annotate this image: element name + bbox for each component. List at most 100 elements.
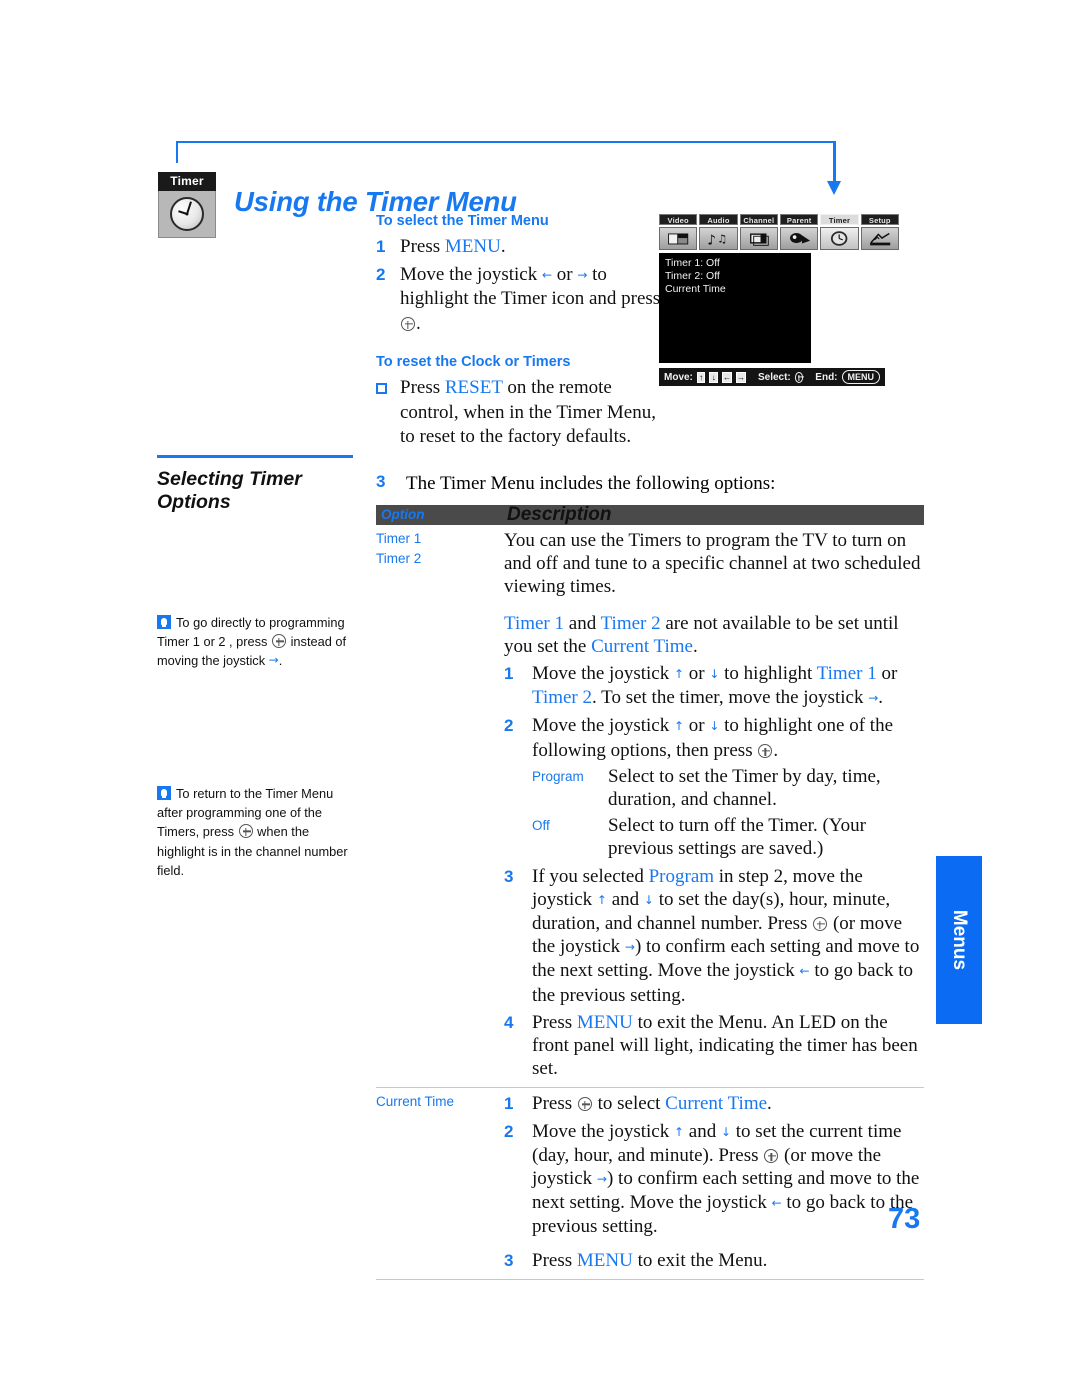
osd-tab-video[interactable]: Video <box>659 214 698 225</box>
step1-tail: . <box>500 236 506 257</box>
step1-lead: Press <box>400 236 445 257</box>
option-timer-2[interactable]: Timer 2 <box>376 549 504 569</box>
step-highlight-timer-icon: 2 Move the joystick ← or → to highlight … <box>376 263 666 337</box>
joystick-right-arrow-icon: → <box>624 940 635 955</box>
select-timer-menu-block: To select the Timer Menu 1 Press MENU. 2… <box>376 213 666 453</box>
substep-text: Move the joystick ↑ and ↓ to set the cur… <box>532 1120 924 1239</box>
option-timer-1[interactable]: Timer 1 <box>376 529 504 549</box>
menu-key-label: MENU <box>576 1249 633 1271</box>
joystick-down-arrow-icon: ↓ <box>709 667 720 682</box>
substep-text: Press MENU to exit the Menu. <box>532 1249 924 1272</box>
osd-tab-parent[interactable]: Parent <box>779 214 819 225</box>
joystick-down-arrow-icon: ↓ <box>643 892 654 907</box>
substep-1: 1 Move the joystick ↑ or ↓ to highlight … <box>504 662 924 710</box>
osd-footer-bar: Move: ↑ ↓ ← → Select: End: MENU <box>659 368 885 386</box>
timer-badge-body <box>158 191 216 238</box>
osd-line-timer2[interactable]: Timer 2: Off <box>665 270 811 283</box>
s1-a: Move the joystick <box>532 663 674 685</box>
timer-menu-badge: Timer <box>158 172 218 240</box>
joystick-right-arrow-icon: → <box>577 267 588 282</box>
step-number: 3 <box>376 472 386 491</box>
bracket-left-tick <box>176 141 178 163</box>
step-text: Press MENU. <box>400 235 506 260</box>
substep-number: 3 <box>504 1250 514 1270</box>
osd-tab-channel[interactable]: Channel <box>739 214 778 225</box>
lightbulb-tip-icon <box>157 615 171 629</box>
subheading-reset-clock-timers: To reset the Clock or Timers <box>376 354 571 370</box>
osd-tab-setup[interactable]: Setup <box>860 214 899 225</box>
substep-text: Move the joystick ↑ or ↓ to highlight on… <box>532 714 924 761</box>
select-plus-icon <box>758 743 773 758</box>
timer-options-table: Option Description Timer 1 Timer 2 You c… <box>376 504 924 1280</box>
osd-tab-audio[interactable]: Audio <box>699 214 738 225</box>
s1-c: or <box>876 663 898 685</box>
s2-c: . <box>773 739 779 761</box>
osd-move-label: Move: <box>664 371 693 383</box>
ref-timer-1: Timer 1 <box>816 663 877 685</box>
s2-a: Move the joystick <box>532 715 674 737</box>
ref-current-time: Current Time <box>665 1093 768 1115</box>
channel-icon[interactable] <box>739 227 778 250</box>
osd-tab-timer[interactable]: Timer <box>820 214 859 225</box>
tv-osd-screenshot: Video Audio Channel Parent Timer Setup ♪… <box>659 214 899 386</box>
substep-number: 1 <box>504 1094 514 1114</box>
osd-select-plus-icon <box>794 371 804 383</box>
reset-key-label: RESET <box>444 377 503 398</box>
step-press-menu: 1 Press MENU. <box>376 235 666 260</box>
tip1-text-c: . <box>278 653 283 669</box>
tip1-plus-icon <box>272 634 287 649</box>
timer-icon[interactable] <box>820 227 859 250</box>
page-number: 73 <box>888 1203 921 1235</box>
s1-e: . <box>878 687 884 709</box>
ref-timer-1: Timer 1 <box>504 612 565 634</box>
timer-badge-label: Timer <box>158 172 216 191</box>
joystick-up-arrow-icon: ↑ <box>673 1124 685 1139</box>
s1-b: to highlight <box>719 663 817 685</box>
option-off[interactable]: Off <box>532 814 608 860</box>
setup-icon[interactable] <box>860 227 899 250</box>
square-bullet-icon <box>376 383 387 394</box>
ct-s1-a: Press <box>532 1093 577 1115</box>
section-title: Selecting Timer Options <box>157 468 353 514</box>
video-icon[interactable] <box>659 227 698 250</box>
substep-3: 3 If you selected Program in step 2, mov… <box>504 865 924 1007</box>
ct-s2-and: and <box>684 1120 721 1142</box>
step2-or: or <box>552 263 578 285</box>
osd-key-right-icon: → <box>735 371 746 383</box>
select-plus-icon <box>813 917 828 932</box>
substep-number: 3 <box>504 866 514 886</box>
s3-a: If you selected <box>532 865 649 887</box>
osd-line-timer1[interactable]: Timer 1: Off <box>665 257 811 270</box>
step2-tail: . <box>416 312 421 334</box>
ref-program: Program <box>648 865 715 887</box>
option-current-time[interactable]: Current Time <box>376 1092 504 1112</box>
step-press-reset: Press RESET on the remote control, when … <box>376 376 666 450</box>
option-program[interactable]: Program <box>532 765 608 811</box>
ct-s1-b: to select <box>592 1093 666 1115</box>
audio-icon[interactable]: ♪ ♫ <box>699 227 738 250</box>
row-option-cell: Timer 1 Timer 2 <box>376 529 504 1080</box>
osd-line-current-time[interactable]: Current Time <box>665 283 811 296</box>
subheading-select-timer-menu: To select the Timer Menu <box>376 213 549 229</box>
osd-key-down-icon: ↓ <box>709 371 718 383</box>
p2-tail: . <box>692 635 698 657</box>
bullet-marker <box>376 376 400 450</box>
osd-end-label: End: <box>815 371 838 383</box>
row-option-cell: Current Time <box>376 1092 504 1271</box>
bracket-top-line <box>176 141 836 143</box>
osd-tab-row: Video Audio Channel Parent Timer Setup <box>659 214 899 225</box>
substep-text: Press MENU to exit the Menu. An LED on t… <box>532 1011 924 1081</box>
column-header-description: Description <box>507 504 612 526</box>
osd-icon-row: ♪ ♫ <box>659 227 899 250</box>
table-header-row: Option Description <box>376 504 924 526</box>
option-off-description: Select to turn off the Timer. (Your prev… <box>608 815 866 860</box>
tip2-plus-icon <box>238 824 253 839</box>
substep-text: Press to select Current Time. <box>532 1092 924 1115</box>
parental-lock-icon[interactable] <box>779 227 819 250</box>
s1-d: . To set the timer, move the joystick <box>592 687 869 709</box>
side-tab-menus[interactable]: Menus <box>936 856 982 1024</box>
substep-number: 1 <box>504 664 514 684</box>
section-rule <box>157 455 353 458</box>
joystick-left-arrow-icon: ← <box>771 1196 782 1211</box>
section-title-line2: Options <box>157 491 231 513</box>
